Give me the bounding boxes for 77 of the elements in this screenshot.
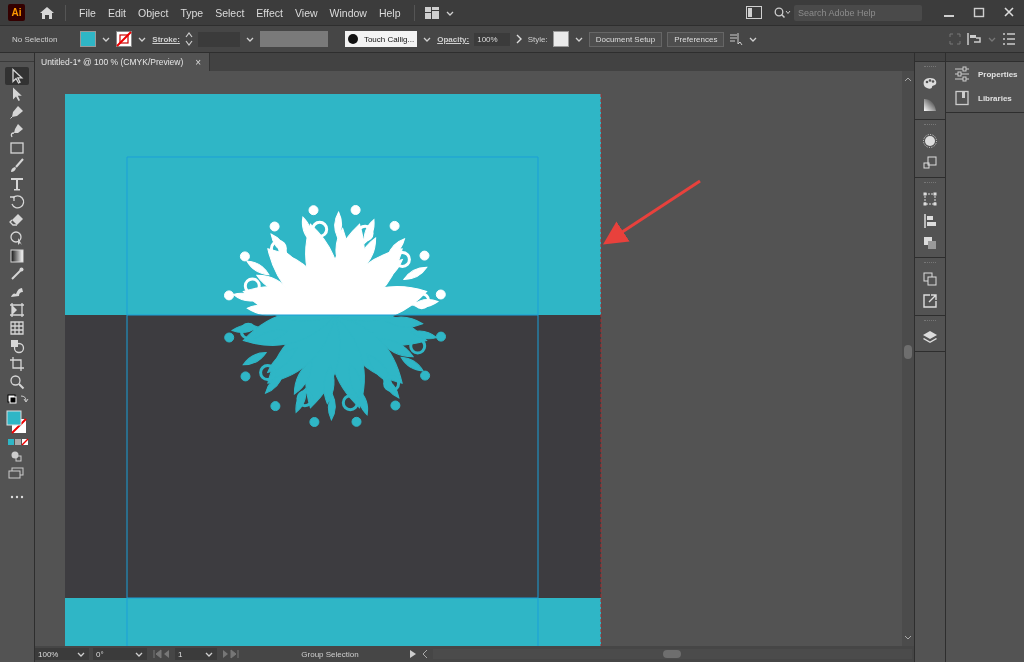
menu-item[interactable]: Edit — [104, 6, 129, 19]
workspace-layout-icon[interactable] — [424, 6, 439, 19]
chevron-down-icon — [76, 650, 86, 658]
play-icon[interactable] — [409, 649, 417, 659]
document-title: Untitled-1* @ 100 % (CMYK/Preview) — [41, 57, 184, 67]
zoom-dropdown[interactable]: 100% — [35, 648, 89, 660]
search-field[interactable]: Search Adobe Help — [794, 4, 922, 21]
menu-item[interactable]: Help — [375, 6, 404, 19]
horizontal-scrollbar[interactable] — [433, 649, 912, 659]
chevron-down-icon[interactable] — [748, 35, 759, 43]
opacity-label[interactable]: Opacity: — [437, 34, 470, 44]
home-icon[interactable] — [39, 4, 55, 21]
document-tab[interactable]: Untitled-1* @ 100 % (CMYK/Preview) × — [35, 53, 211, 71]
chevron-down-icon[interactable] — [137, 35, 148, 43]
overlapping-squares-icon[interactable] — [922, 271, 938, 287]
chevron-down-icon — [134, 650, 144, 658]
current-tool-status[interactable]: Group Selection — [255, 649, 405, 659]
style-label: Style: — [527, 34, 548, 44]
menu-item[interactable]: Type — [177, 6, 207, 19]
menu-icon[interactable] — [1002, 33, 1016, 45]
menu-item[interactable]: Object — [135, 6, 172, 19]
variable-width-profile-field[interactable] — [259, 31, 328, 47]
selection-status: No Selection — [11, 34, 59, 44]
chevron-down-icon[interactable] — [573, 35, 584, 43]
brush-dot-icon — [347, 34, 358, 44]
pathfinder-icon[interactable] — [922, 235, 938, 251]
menu-item[interactable]: File — [76, 6, 99, 19]
chevron-right-icon[interactable] — [514, 34, 523, 44]
panel-tab[interactable]: Properties — [946, 62, 1024, 86]
selection-tool-icon[interactable] — [5, 67, 29, 85]
menu-item[interactable]: Effect — [253, 6, 286, 19]
vertical-scrollbar[interactable] — [902, 71, 914, 646]
chevron-down-icon[interactable] — [101, 35, 112, 43]
default-colors-icon[interactable] — [5, 394, 29, 406]
scroll-thumb[interactable] — [904, 345, 912, 359]
chevron-down-icon[interactable] — [244, 35, 255, 43]
scroll-left-icon[interactable] — [421, 649, 429, 659]
scroll-up-icon[interactable] — [903, 75, 913, 83]
fill-swatch[interactable] — [80, 31, 97, 47]
scroll-thumb[interactable] — [663, 650, 681, 658]
opacity-field[interactable]: 100% — [474, 32, 510, 46]
menu-item[interactable]: Select — [212, 6, 248, 19]
search-icon — [774, 6, 792, 19]
app-logo: Ai — [8, 4, 25, 21]
chevron-down-icon[interactable] — [422, 35, 433, 43]
book-icon — [954, 90, 970, 106]
rotation-dropdown[interactable]: 0° — [93, 648, 147, 660]
align-left-icon[interactable] — [922, 213, 938, 229]
menu-item[interactable]: Window — [326, 6, 370, 19]
transform-tool-icon[interactable] — [729, 32, 744, 46]
transform-icon[interactable] — [922, 155, 938, 171]
align-icon[interactable] — [966, 32, 982, 46]
artboard-number-dropdown[interactable]: 1 — [175, 648, 217, 660]
stroke-none-swatch-icon[interactable] — [116, 31, 133, 47]
brush-name: Touch Callig... — [363, 34, 415, 44]
layers-icon[interactable] — [922, 329, 938, 345]
color-mode-icon[interactable] — [5, 438, 29, 446]
stroke-label[interactable]: Stroke: — [152, 34, 180, 44]
brush-dropdown[interactable]: Touch Callig... — [344, 31, 418, 47]
close-tab-button[interactable]: × — [195, 56, 202, 68]
gradient-panel-icon[interactable] — [922, 97, 938, 113]
color-palette-icon[interactable] — [922, 75, 938, 91]
toolbar-button[interactable]: Preferences — [667, 31, 725, 47]
export-icon[interactable] — [922, 293, 938, 309]
graphic-style-swatch[interactable] — [552, 31, 569, 47]
chevron-down-icon — [204, 650, 214, 658]
properties-sliders-icon — [954, 66, 970, 82]
chevron-down-icon — [987, 35, 997, 43]
panel-tab[interactable]: Libraries — [946, 86, 1024, 113]
bounding-box-icon[interactable] — [922, 191, 938, 207]
panel-toggle-icon[interactable] — [746, 6, 762, 19]
toolbar-button[interactable]: Document Setup — [588, 31, 663, 47]
menu-item[interactable]: View — [292, 6, 321, 19]
stepper-icon[interactable] — [184, 31, 193, 47]
isolate-icon — [949, 33, 961, 45]
scroll-down-icon[interactable] — [903, 634, 913, 642]
sun-icon[interactable] — [922, 133, 938, 149]
